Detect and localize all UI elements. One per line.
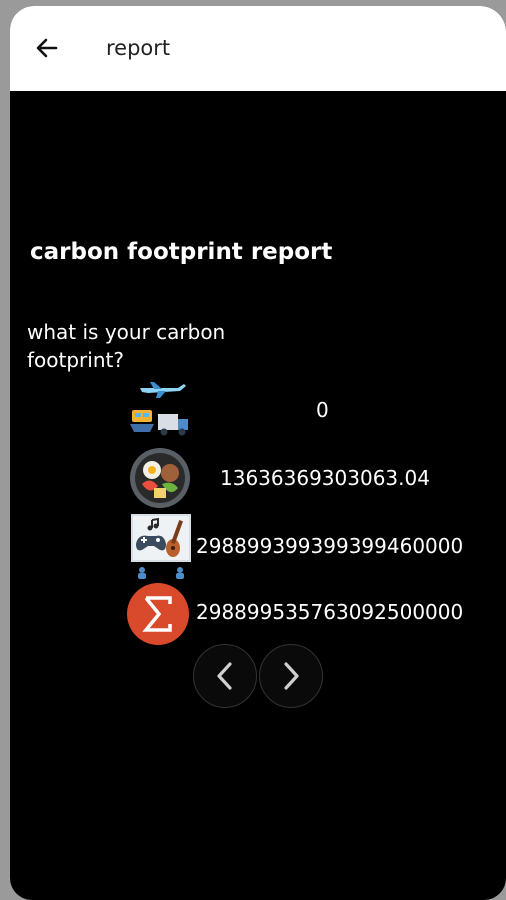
total-value: 298899535763092500000	[196, 600, 464, 624]
app-window: report carbon footprint report what is y…	[10, 6, 506, 900]
report-heading: carbon footprint report	[30, 239, 333, 265]
sum-icon	[127, 583, 189, 645]
next-button[interactable]	[259, 644, 323, 708]
back-arrow-icon[interactable]	[34, 35, 60, 61]
food-icon	[130, 448, 190, 508]
report-question: what is your carbon footprint?	[27, 320, 226, 372]
chevron-right-icon	[284, 662, 299, 690]
page-title: report	[106, 36, 171, 60]
food-value: 13636369303063.04	[220, 466, 430, 490]
screen: report carbon footprint report what is y…	[0, 0, 506, 900]
app-bar: report	[10, 6, 506, 91]
transport-icon	[130, 382, 188, 436]
chevron-left-icon	[217, 662, 232, 690]
leisure-value: 298899399399399460000	[196, 534, 464, 558]
previous-button[interactable]	[193, 644, 257, 708]
leisure-icon	[131, 514, 191, 579]
transport-value: 0	[316, 398, 329, 422]
